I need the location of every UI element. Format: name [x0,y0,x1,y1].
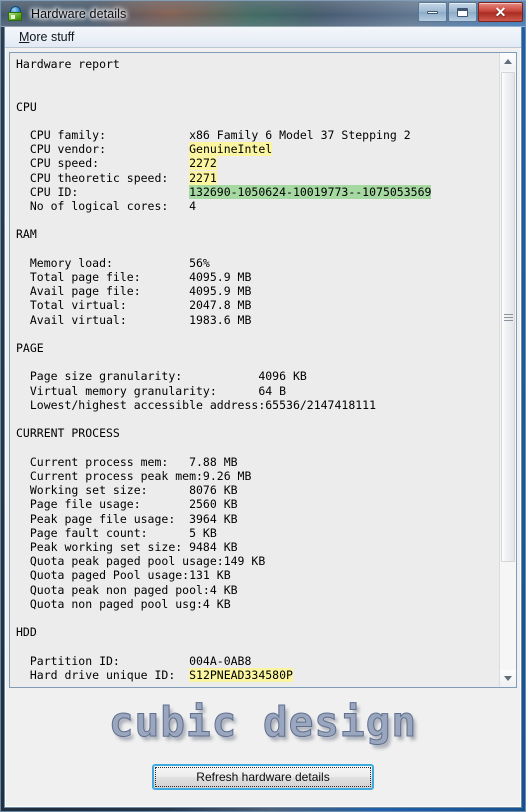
minimize-button[interactable] [418,2,447,22]
refresh-hardware-details-button[interactable]: Refresh hardware details [153,765,373,789]
highlight-yellow: 2271 [189,170,217,185]
menu-bar: More stuff [5,27,521,48]
menu-item-label: ore stuff [29,30,75,44]
close-button[interactable]: ✕ [478,2,523,22]
menu-accel-key: M [19,30,30,44]
report-textbox[interactable]: Hardware report CPU CPU family: x86 Fami… [9,52,517,688]
report-text[interactable]: Hardware report CPU CPU family: x86 Fami… [10,53,499,687]
grip-icon [503,312,513,323]
footer-area: cubic design Refresh hardware details [9,688,517,803]
minimize-icon [427,10,438,14]
maximize-icon [457,7,468,17]
chevron-up-icon [504,59,512,64]
window-controls: ✕ [418,2,523,23]
hardware-globe-icon [8,6,24,22]
chevron-down-icon [504,676,512,681]
highlight-green: 132690-1050624-10019773--1075053569 [189,184,432,199]
menu-item-more-stuff[interactable]: More stuff [13,28,80,46]
highlight-yellow: S12PNEAD334580P [189,667,293,682]
scroll-up-button[interactable] [500,53,516,70]
cubic-design-logo: cubic design [108,698,418,747]
close-icon: ✕ [494,4,507,20]
hardware-details-window: Hardware details ✕ More stuff Hardware r… [0,0,526,812]
refresh-button-label: Refresh hardware details [196,770,330,784]
window-title: Hardware details [31,7,127,21]
client-area: More stuff Hardware report CPU CPU famil… [4,27,522,808]
vertical-scrollbar[interactable] [499,53,516,687]
scrollbar-thumb[interactable] [501,72,515,562]
highlight-yellow: 2272 [189,156,217,171]
scroll-down-button[interactable] [500,670,516,687]
title-bar[interactable]: Hardware details ✕ [0,0,526,27]
scrollbar-track[interactable] [500,70,516,670]
maximize-button[interactable] [448,2,477,22]
highlight-yellow: GenuineIntel [189,142,273,157]
